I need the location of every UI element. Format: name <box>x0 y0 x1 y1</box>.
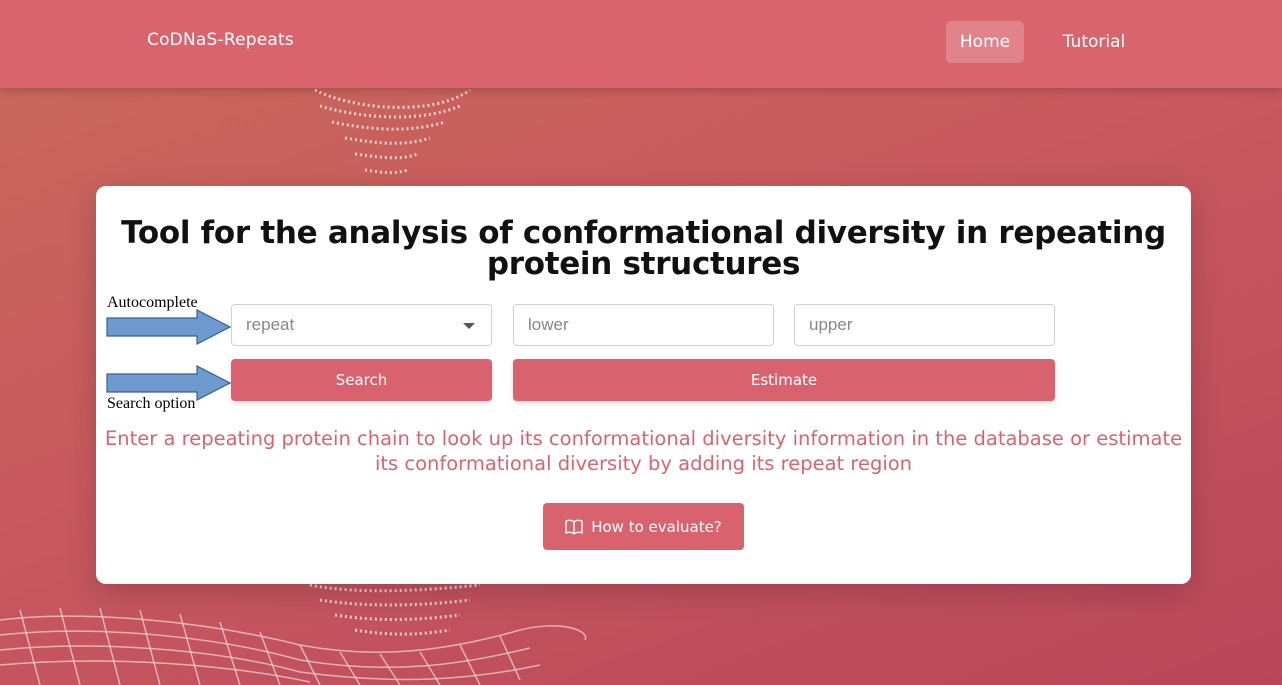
search-button[interactable]: Search <box>231 359 492 401</box>
book-icon <box>565 519 583 535</box>
lower-field[interactable] <box>513 304 774 346</box>
how-to-evaluate-button[interactable]: How to evaluate? <box>543 503 744 550</box>
repeat-autocomplete-select[interactable] <box>231 304 492 346</box>
wireframe-hand-background <box>0 607 587 685</box>
repeat-input[interactable] <box>246 315 491 335</box>
annotation-search-option-label: Search option <box>107 395 196 412</box>
chevron-down-icon[interactable] <box>463 323 475 329</box>
lower-input[interactable] <box>528 315 773 335</box>
brand-link[interactable]: CoDNaS-Repeats <box>147 30 294 50</box>
how-to-evaluate-label: How to evaluate? <box>591 517 722 536</box>
estimate-button[interactable]: Estimate <box>513 359 1055 401</box>
upper-input[interactable] <box>809 315 1054 335</box>
dna-helix-background <box>314 88 471 175</box>
top-navbar: CoDNaS-Repeats Home Tutorial <box>0 0 1282 88</box>
instructions-text: Enter a repeating protein chain to look … <box>104 427 1183 475</box>
upper-field[interactable] <box>794 304 1055 346</box>
nav-link-tutorial[interactable]: Tutorial <box>1050 21 1138 63</box>
page-title: Tool for the analysis of conformational … <box>121 215 1166 282</box>
nav-link-home[interactable]: Home <box>946 21 1024 63</box>
annotation-arrow-autocomplete-icon <box>106 309 232 345</box>
